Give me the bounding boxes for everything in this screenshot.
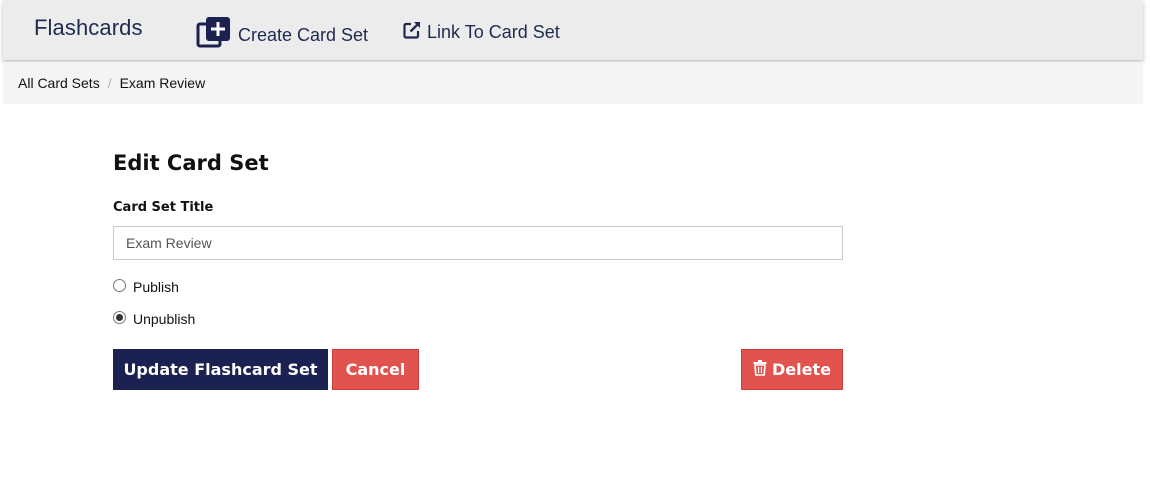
- breadcrumb: All Card Sets / Exam Review: [3, 62, 1143, 104]
- publish-radio-option[interactable]: Publish: [113, 278, 179, 295]
- publish-label: Publish: [133, 279, 179, 295]
- publish-radio[interactable]: [113, 278, 126, 292]
- top-navbar: Flashcards Create Card Set Link To Card …: [3, 0, 1143, 60]
- cancel-button[interactable]: Cancel: [332, 349, 419, 390]
- square-plus-icon: [196, 15, 238, 56]
- unpublish-label: Unpublish: [133, 311, 196, 327]
- link-to-card-set-link[interactable]: Link To Card Set: [402, 19, 560, 45]
- card-set-title-label: Card Set Title: [113, 200, 214, 215]
- trash-icon: [753, 359, 772, 380]
- delete-label: Delete: [772, 360, 831, 379]
- breadcrumb-current: Exam Review: [119, 75, 206, 91]
- delete-button[interactable]: Delete: [741, 349, 843, 390]
- unpublish-radio-option[interactable]: Unpublish: [113, 310, 196, 327]
- external-link-icon: [402, 20, 427, 45]
- link-to-card-set-label: Link To Card Set: [427, 21, 560, 42]
- brand-title[interactable]: Flashcards: [34, 15, 143, 41]
- page-title: Edit Card Set: [113, 151, 269, 175]
- create-card-set-link[interactable]: Create Card Set: [196, 15, 369, 56]
- breadcrumb-all-card-sets[interactable]: All Card Sets: [18, 75, 100, 91]
- update-flashcard-set-button[interactable]: Update Flashcard Set: [113, 349, 328, 390]
- create-card-set-label: Create Card Set: [238, 24, 369, 45]
- unpublish-radio[interactable]: [113, 310, 126, 324]
- breadcrumb-separator: /: [107, 75, 112, 91]
- card-set-title-input[interactable]: [113, 226, 843, 260]
